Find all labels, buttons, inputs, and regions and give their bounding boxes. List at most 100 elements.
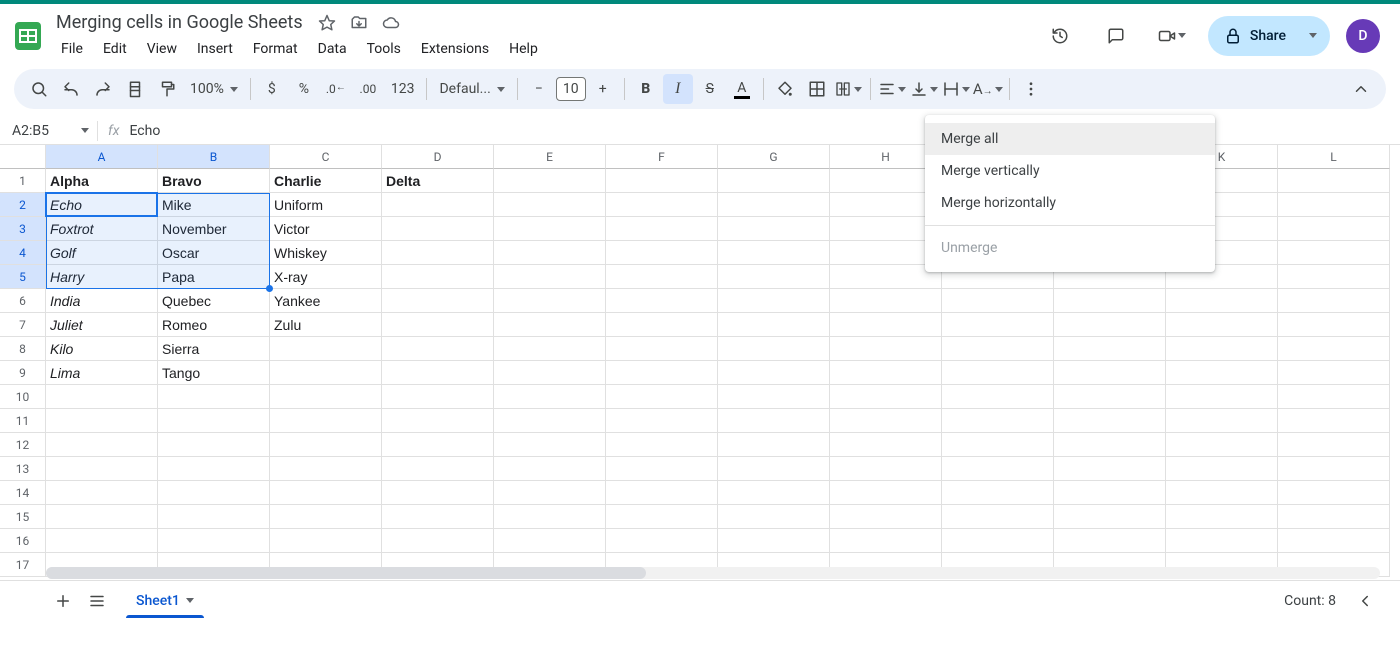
text-wrap-button[interactable] xyxy=(941,74,971,104)
row-header[interactable]: 5 xyxy=(0,265,46,289)
cell[interactable] xyxy=(606,169,718,193)
cell[interactable] xyxy=(382,385,494,409)
cell[interactable] xyxy=(718,265,830,289)
cell[interactable] xyxy=(382,505,494,529)
cell[interactable] xyxy=(830,385,942,409)
cell[interactable] xyxy=(718,433,830,457)
cell[interactable] xyxy=(382,241,494,265)
cell[interactable] xyxy=(718,409,830,433)
cell[interactable] xyxy=(382,481,494,505)
cell[interactable]: Quebec xyxy=(158,289,270,313)
cell[interactable] xyxy=(606,289,718,313)
cell[interactable] xyxy=(1054,433,1166,457)
cell[interactable] xyxy=(1054,409,1166,433)
vertical-align-button[interactable] xyxy=(909,74,939,104)
cell[interactable] xyxy=(1278,169,1390,193)
cell[interactable] xyxy=(1278,265,1390,289)
row-header[interactable]: 13 xyxy=(0,457,46,481)
cell[interactable] xyxy=(606,217,718,241)
row-header[interactable]: 15 xyxy=(0,505,46,529)
cell[interactable] xyxy=(46,385,158,409)
cell[interactable] xyxy=(830,361,942,385)
cell[interactable] xyxy=(494,361,606,385)
cell[interactable] xyxy=(1166,409,1278,433)
add-sheet-button[interactable] xyxy=(46,584,80,618)
cell[interactable] xyxy=(942,337,1054,361)
cell[interactable] xyxy=(46,433,158,457)
account-avatar[interactable]: D xyxy=(1346,19,1380,53)
cell[interactable] xyxy=(1166,433,1278,457)
cell[interactable] xyxy=(942,289,1054,313)
sheets-logo-icon[interactable] xyxy=(8,16,48,56)
column-header[interactable]: A xyxy=(46,145,158,169)
cell[interactable] xyxy=(606,313,718,337)
cell[interactable]: Zulu xyxy=(270,313,382,337)
cell[interactable] xyxy=(494,505,606,529)
cell[interactable] xyxy=(718,337,830,361)
cell[interactable] xyxy=(1054,289,1166,313)
cell[interactable] xyxy=(1278,385,1390,409)
cell[interactable] xyxy=(718,193,830,217)
fill-color-button[interactable] xyxy=(770,74,800,104)
cell[interactable]: Harry xyxy=(46,265,158,289)
row-header[interactable]: 1 xyxy=(0,169,46,193)
cell[interactable] xyxy=(1166,385,1278,409)
cell[interactable] xyxy=(494,409,606,433)
menu-tools[interactable]: Tools xyxy=(358,37,410,61)
cell[interactable] xyxy=(1278,481,1390,505)
cell[interactable] xyxy=(1054,385,1166,409)
cell[interactable]: Echo xyxy=(46,193,158,217)
cell[interactable]: Tango xyxy=(158,361,270,385)
cell[interactable] xyxy=(382,433,494,457)
cell[interactable] xyxy=(46,529,158,553)
cell[interactable] xyxy=(942,385,1054,409)
cell[interactable] xyxy=(830,457,942,481)
font-dropdown[interactable]: Defaul... xyxy=(433,74,510,104)
cell[interactable] xyxy=(270,409,382,433)
cell[interactable] xyxy=(830,337,942,361)
cell[interactable] xyxy=(1166,481,1278,505)
cell[interactable] xyxy=(46,505,158,529)
cell[interactable] xyxy=(494,337,606,361)
cell[interactable] xyxy=(270,433,382,457)
cell[interactable] xyxy=(158,481,270,505)
cell[interactable] xyxy=(1278,529,1390,553)
cell[interactable] xyxy=(1166,289,1278,313)
cell[interactable] xyxy=(942,457,1054,481)
cell[interactable] xyxy=(1054,361,1166,385)
column-header[interactable]: C xyxy=(270,145,382,169)
cell[interactable] xyxy=(606,505,718,529)
cell[interactable] xyxy=(1054,529,1166,553)
cell[interactable] xyxy=(1278,361,1390,385)
cell[interactable] xyxy=(1278,193,1390,217)
cell[interactable] xyxy=(382,361,494,385)
row-header[interactable]: 6 xyxy=(0,289,46,313)
cell[interactable] xyxy=(606,241,718,265)
row-header[interactable]: 7 xyxy=(0,313,46,337)
all-sheets-button[interactable] xyxy=(80,584,114,618)
percent-icon[interactable]: % xyxy=(289,74,319,104)
cell[interactable] xyxy=(494,481,606,505)
document-title[interactable]: Merging cells in Google Sheets xyxy=(52,10,307,35)
cell[interactable] xyxy=(494,457,606,481)
borders-button[interactable] xyxy=(802,74,832,104)
row-header[interactable]: 3 xyxy=(0,217,46,241)
cell[interactable] xyxy=(718,529,830,553)
cell[interactable] xyxy=(494,385,606,409)
cell[interactable]: Alpha xyxy=(46,169,158,193)
cell[interactable] xyxy=(1054,337,1166,361)
cell[interactable] xyxy=(606,361,718,385)
cell[interactable] xyxy=(830,481,942,505)
cell[interactable] xyxy=(606,193,718,217)
row-header[interactable]: 16 xyxy=(0,529,46,553)
cell[interactable] xyxy=(942,313,1054,337)
cell[interactable] xyxy=(1278,289,1390,313)
collapse-toolbar-icon[interactable] xyxy=(1346,74,1376,104)
share-dropdown-caret[interactable] xyxy=(1298,16,1328,56)
cell[interactable] xyxy=(1278,409,1390,433)
cell[interactable]: India xyxy=(46,289,158,313)
cell[interactable] xyxy=(1278,217,1390,241)
menu-edit[interactable]: Edit xyxy=(94,37,136,61)
cell[interactable] xyxy=(158,385,270,409)
decrease-font-icon[interactable]: − xyxy=(524,74,554,104)
